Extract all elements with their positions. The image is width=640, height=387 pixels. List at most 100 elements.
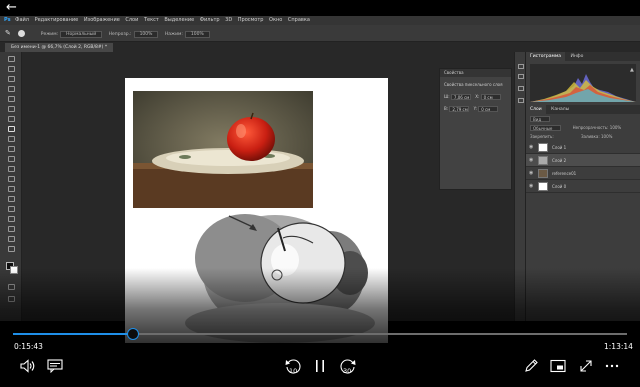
layer-row: ◉ Слой 0 xyxy=(526,180,640,193)
volume-icon[interactable] xyxy=(20,359,36,373)
layer-thumbnail xyxy=(538,169,548,178)
blur-tool-icon xyxy=(8,176,15,182)
opacity-label: Непрозр.: xyxy=(108,32,132,37)
layer-name: Слой 2 xyxy=(552,158,567,163)
blend-mode-select: Обычные xyxy=(530,125,562,131)
fullscreen-icon[interactable] xyxy=(578,358,594,374)
layers-tabs: Слои Каналы xyxy=(526,105,640,114)
total-time: 1:13:14 xyxy=(604,342,633,351)
ps-menu-bar: Ps Файл Редактирование Изображение Слои … xyxy=(0,16,640,25)
x-field: 0 см xyxy=(480,94,501,100)
flow-label: Нажим: xyxy=(164,32,183,37)
move-tool-icon xyxy=(8,56,15,62)
skip-back-10-icon[interactable]: 10 xyxy=(284,357,302,375)
properties-panel: Свойства Свойства пиксельного слоя Ш: 7,… xyxy=(439,68,512,190)
eye-icon: ◉ xyxy=(529,170,534,176)
dodge-tool-icon xyxy=(8,186,15,192)
menu-item: Справка xyxy=(287,17,310,23)
brush-tool-icon: ✎ xyxy=(5,29,11,37)
blend-row: Обычные Непрозрачность: 100% xyxy=(530,125,621,131)
brush-panel-icon xyxy=(518,86,524,91)
menu-item: Файл xyxy=(15,17,29,23)
gradient-tool-icon xyxy=(8,166,15,172)
x-label: X: xyxy=(475,94,480,99)
skip-back-label: 10 xyxy=(289,367,297,375)
brush-tool-active-icon xyxy=(8,126,15,132)
eye-icon: ◉ xyxy=(529,183,534,189)
healing-tool-icon xyxy=(8,116,15,122)
layer-row-selected: ◉ Слой 2 xyxy=(526,154,640,167)
layers-opacity-value: 100% xyxy=(609,125,622,130)
document-tab: Без имени-1 @ 66,7% (Слой 2, RGB/8#) * xyxy=(5,43,114,52)
y-label: Y: xyxy=(473,106,477,111)
y-field: 0 см xyxy=(478,106,499,112)
marquee-tool-icon xyxy=(8,66,15,72)
zoom-tool-icon xyxy=(8,246,15,252)
skip-forward-30-icon[interactable]: 30 xyxy=(339,357,357,375)
history-panel-icon xyxy=(518,64,524,69)
ps-options-bar: ✎ Режим: Нормальный Непрозр.: 100% Нажим: 1… xyxy=(0,25,640,42)
width-label: Ш: xyxy=(444,94,450,99)
eraser-tool-icon xyxy=(8,156,15,162)
seek-bar-progress xyxy=(13,333,133,335)
tab-histogram: Гистограмма xyxy=(526,52,566,61)
width-field: 7,06 см xyxy=(450,94,471,100)
menu-item: Редактирование xyxy=(34,17,79,23)
properties-size-row: В: 2,79 см Y: 0 см xyxy=(444,105,507,113)
layer-row: ◉ reference01 xyxy=(526,167,640,180)
menu-item: Слои xyxy=(125,17,139,23)
eye-icon: ◉ xyxy=(529,157,534,163)
more-icon[interactable] xyxy=(604,361,620,371)
actions-panel-icon xyxy=(518,74,524,79)
svg-text:▲: ▲ xyxy=(630,67,634,73)
properties-panel-icon xyxy=(518,98,524,103)
subtitles-icon[interactable] xyxy=(47,359,63,373)
hand-tool-icon xyxy=(8,236,15,242)
menu-item: 3D xyxy=(225,17,233,23)
path-select-tool-icon xyxy=(8,216,15,222)
ps-logo: Ps xyxy=(4,17,11,23)
layers-filter-select: Вид xyxy=(530,116,551,122)
stamp-tool-icon xyxy=(8,136,15,142)
shape-tool-icon xyxy=(8,226,15,232)
layer-row: ◉ Слой 1 xyxy=(526,141,640,154)
layer-name: Слой 1 xyxy=(552,145,567,150)
properties-size-row: Ш: 7,06 см X: 0 см xyxy=(444,93,507,101)
height-field: 2,79 см xyxy=(449,106,470,112)
layers-opacity-label: Непрозрачность: xyxy=(572,125,609,130)
quick-select-tool-icon xyxy=(8,86,15,92)
history-brush-tool-icon xyxy=(8,146,15,152)
mode-label: Режим: xyxy=(40,32,59,37)
lock-row: Закрепить: Заливка: 100% xyxy=(530,134,612,139)
layer-thumbnail xyxy=(538,182,548,191)
back-arrow-icon[interactable]: ← xyxy=(6,1,17,14)
skip-forward-label: 30 xyxy=(343,367,351,375)
flow-field: 100% xyxy=(184,31,210,38)
pen-icon[interactable] xyxy=(523,358,539,374)
reference-photo xyxy=(133,91,313,208)
menu-item: Окно xyxy=(269,17,283,23)
eyedropper-tool-icon xyxy=(8,106,15,112)
properties-subtitle: Свойства пиксельного слоя xyxy=(444,82,503,87)
lock-label: Закрепить: xyxy=(530,134,554,139)
menu-item: Фильтр xyxy=(199,17,220,23)
seek-bar-thumb[interactable] xyxy=(127,328,139,340)
layer-name: reference01 xyxy=(552,171,577,176)
pause-icon[interactable] xyxy=(313,358,327,374)
tab-channels: Каналы xyxy=(551,107,570,112)
lasso-tool-icon xyxy=(8,76,15,82)
type-tool-icon xyxy=(8,206,15,212)
opacity-field: 100% xyxy=(133,31,159,38)
mode-select: Нормальный xyxy=(60,31,103,38)
miniview-icon[interactable] xyxy=(550,359,566,373)
fill-value: 100% xyxy=(601,134,613,139)
pen-tool-icon xyxy=(8,196,15,202)
brush-preset-icon xyxy=(18,30,26,37)
histogram-tabs: Гистограмма Инфо xyxy=(526,52,640,61)
tab-info: Инфо xyxy=(570,54,584,59)
menu-item: Просмотр xyxy=(237,17,264,23)
fill-label: Заливка: xyxy=(580,134,600,139)
crop-tool-icon xyxy=(8,96,15,102)
menu-item: Выделение xyxy=(164,17,195,23)
layer-thumbnail xyxy=(538,156,548,165)
